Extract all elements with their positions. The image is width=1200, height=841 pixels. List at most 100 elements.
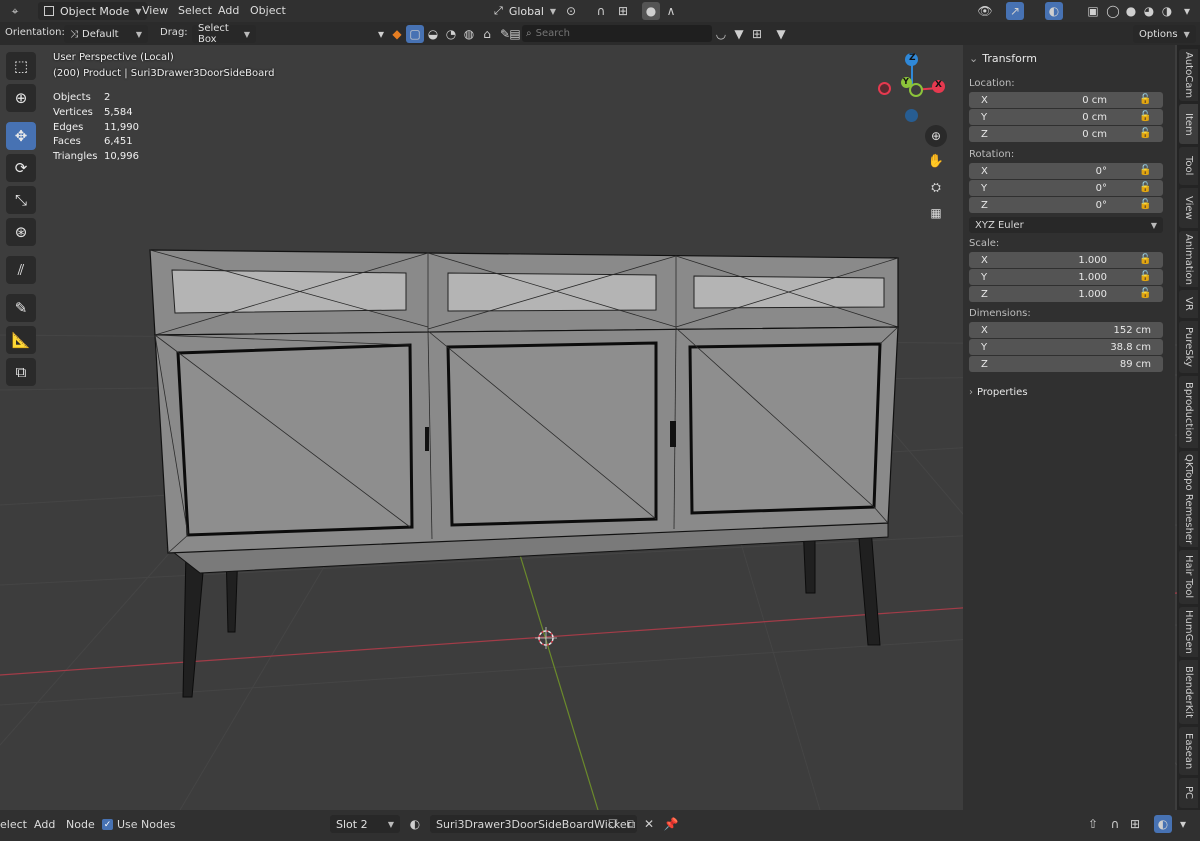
tab-item[interactable]: Item (1179, 104, 1198, 144)
menu-add[interactable]: Add (218, 4, 239, 17)
lock-icon[interactable]: 🔓 (1139, 111, 1151, 123)
transform-tool-icon[interactable]: ⊛ (6, 218, 36, 246)
menu-object[interactable]: Object (250, 4, 286, 17)
location-y-field[interactable]: Y 0 cm (969, 109, 1163, 125)
use-nodes-checkbox[interactable]: ✓ Use Nodes (102, 818, 176, 831)
rotation-y-field[interactable]: Y 0° (969, 180, 1163, 196)
select-box-tool-icon[interactable]: ⬚ (6, 52, 36, 80)
filter-object-icon[interactable]: ▢ (406, 25, 424, 43)
overlay-options-icon[interactable]: ▾ (1174, 815, 1192, 833)
pan-hand-icon[interactable]: ✋ (925, 150, 947, 172)
gizmo-toggle-icon[interactable]: ↗ (1006, 2, 1024, 20)
scale-tool-icon[interactable]: ⤡ (6, 186, 36, 214)
tab-pc[interactable]: PC (1179, 778, 1198, 808)
editor-type-icon[interactable]: ⌖ (6, 2, 24, 20)
snap-icon[interactable]: ∩ (1106, 815, 1124, 833)
cursor-tool-icon[interactable]: ⊕ (6, 84, 36, 112)
gizmo-x-negative[interactable] (878, 82, 891, 95)
gizmo-z-negative[interactable] (905, 109, 918, 122)
lock-icon[interactable]: 🔓 (1139, 94, 1151, 106)
tab-blenderkit[interactable]: BlenderKit (1179, 660, 1198, 724)
tab-humgen[interactable]: HumGen (1179, 607, 1198, 657)
location-z-field[interactable]: Z 0 cm (969, 126, 1163, 142)
measure-tool-icon[interactable]: 📐 (6, 326, 36, 354)
fake-user-icon[interactable]: ⛉ (604, 815, 622, 833)
snap-target-icon[interactable]: ⊞ (614, 2, 632, 20)
tab-puresky[interactable]: PureSky (1179, 321, 1198, 373)
hair-tool-icon[interactable]: ⫽ (6, 256, 36, 284)
menu-select[interactable]: Select (178, 4, 212, 17)
wireframe-shading-icon[interactable]: ◯ (1104, 2, 1122, 20)
search-mode-icon[interactable]: ◡ (712, 25, 730, 43)
lock-icon[interactable]: 🔓 (1139, 165, 1151, 177)
proportional-edit-icon[interactable]: ● (642, 2, 660, 20)
scale-x-field[interactable]: X 1.000 (969, 252, 1163, 268)
transform-panel-header[interactable]: ⌄ Transform (969, 52, 1037, 65)
move-tool-icon[interactable]: ✥ (6, 122, 36, 150)
gizmo-y-negative[interactable] (909, 83, 923, 97)
rotate-tool-icon[interactable]: ⟳ (6, 154, 36, 182)
menu-add[interactable]: Add (34, 818, 55, 831)
menu-node[interactable]: Node (66, 818, 95, 831)
tab-vr[interactable]: VR (1179, 290, 1198, 318)
shading-options-icon[interactable]: ▾ (1178, 2, 1196, 20)
snap-icon[interactable]: ∩ (592, 2, 610, 20)
options-dropdown[interactable]: Options ▼ (1133, 25, 1196, 43)
rendered-shading-icon[interactable]: ◑ (1158, 2, 1176, 20)
pin-icon[interactable]: 📌 (662, 815, 680, 833)
search-input[interactable] (535, 28, 696, 39)
filter-scene-icon[interactable]: ⌂ (478, 25, 496, 43)
zoom-icon[interactable]: ⊕ (925, 125, 947, 147)
filter-material-icon[interactable]: ◔ (442, 25, 460, 43)
annotate-tool-icon[interactable]: ✎ (6, 294, 36, 322)
location-x-field[interactable]: X 0 cm (969, 92, 1163, 108)
tab-view[interactable]: View (1179, 188, 1198, 228)
perspective-toggle-icon[interactable]: ▦ (925, 202, 947, 224)
falloff-icon[interactable]: ∧ (662, 2, 680, 20)
material-shading-icon[interactable]: ◕ (1140, 2, 1158, 20)
scale-y-field[interactable]: Y 1.000 (969, 269, 1163, 285)
parent-node-tree-icon[interactable]: ⇧ (1084, 815, 1102, 833)
tab-qktopo-remesher[interactable]: QKTopo Remesher (1179, 451, 1198, 547)
scale-z-field[interactable]: Z 1.000 (969, 286, 1163, 302)
filter-icon[interactable]: ▼ (772, 25, 790, 43)
rotation-mode-dropdown[interactable]: XYZ Euler ▼ (969, 217, 1163, 233)
filter-mesh-icon[interactable]: ◒ (424, 25, 442, 43)
visibility-icon[interactable]: 👁 (976, 2, 994, 20)
material-browse-icon[interactable]: ◐ (406, 815, 424, 833)
tab-autocam[interactable]: AutoCam (1179, 49, 1198, 101)
tab-easean[interactable]: Easean (1179, 727, 1198, 775)
filter-world-icon[interactable]: ◍ (460, 25, 478, 43)
lock-icon[interactable]: 🔓 (1139, 271, 1151, 283)
unlink-close-icon[interactable]: ✕ (640, 815, 658, 833)
slot-dropdown[interactable]: Slot 2 ▼ (330, 815, 400, 833)
tab-animation[interactable]: Animation (1179, 231, 1198, 287)
bookmark-icon[interactable]: ▼ (730, 25, 748, 43)
dimensions-z-field[interactable]: Z 89 cm (969, 356, 1163, 372)
transform-space-dropdown[interactable]: ⤢ Global ▼ (488, 2, 562, 20)
tab-bproduction[interactable]: Bproduction (1179, 376, 1198, 448)
lock-icon[interactable]: 🔓 (1139, 288, 1151, 300)
rotation-x-field[interactable]: X 0° (969, 163, 1163, 179)
mode-dropdown[interactable]: Object Mode ▼ (38, 2, 148, 20)
dimensions-x-field[interactable]: X 152 cm (969, 322, 1163, 338)
lock-icon[interactable]: 🔓 (1139, 182, 1151, 194)
color-icon[interactable]: ◆ (388, 25, 406, 43)
overlays-icon[interactable]: ◐ (1045, 2, 1063, 20)
snap-grid-icon[interactable]: ⊞ (1126, 815, 1144, 833)
tab-tool[interactable]: Tool (1179, 147, 1198, 185)
dimensions-y-field[interactable]: Y 38.8 cm (969, 339, 1163, 355)
layout-icon[interactable]: ⊞ (748, 25, 766, 43)
add-cube-tool-icon[interactable]: ⧉ (6, 358, 36, 386)
search-field[interactable]: ⌕ (522, 25, 712, 42)
lock-icon[interactable]: 🔓 (1139, 128, 1151, 140)
drag-dropdown[interactable]: Select Box ▼ (192, 23, 256, 45)
xray-icon[interactable]: ▣ (1084, 2, 1102, 20)
duplicate-icon[interactable]: ⧉ (622, 815, 640, 833)
orientation-dropdown[interactable]: ⤨ Default ▼ (64, 25, 148, 43)
pivot-point-icon[interactable]: ⊙ (562, 2, 580, 20)
overlays-icon[interactable]: ◐ (1154, 815, 1172, 833)
lock-icon[interactable]: 🔓 (1139, 199, 1151, 211)
properties-panel-header[interactable]: › Properties (969, 387, 1028, 398)
rotation-z-field[interactable]: Z 0° (969, 197, 1163, 213)
